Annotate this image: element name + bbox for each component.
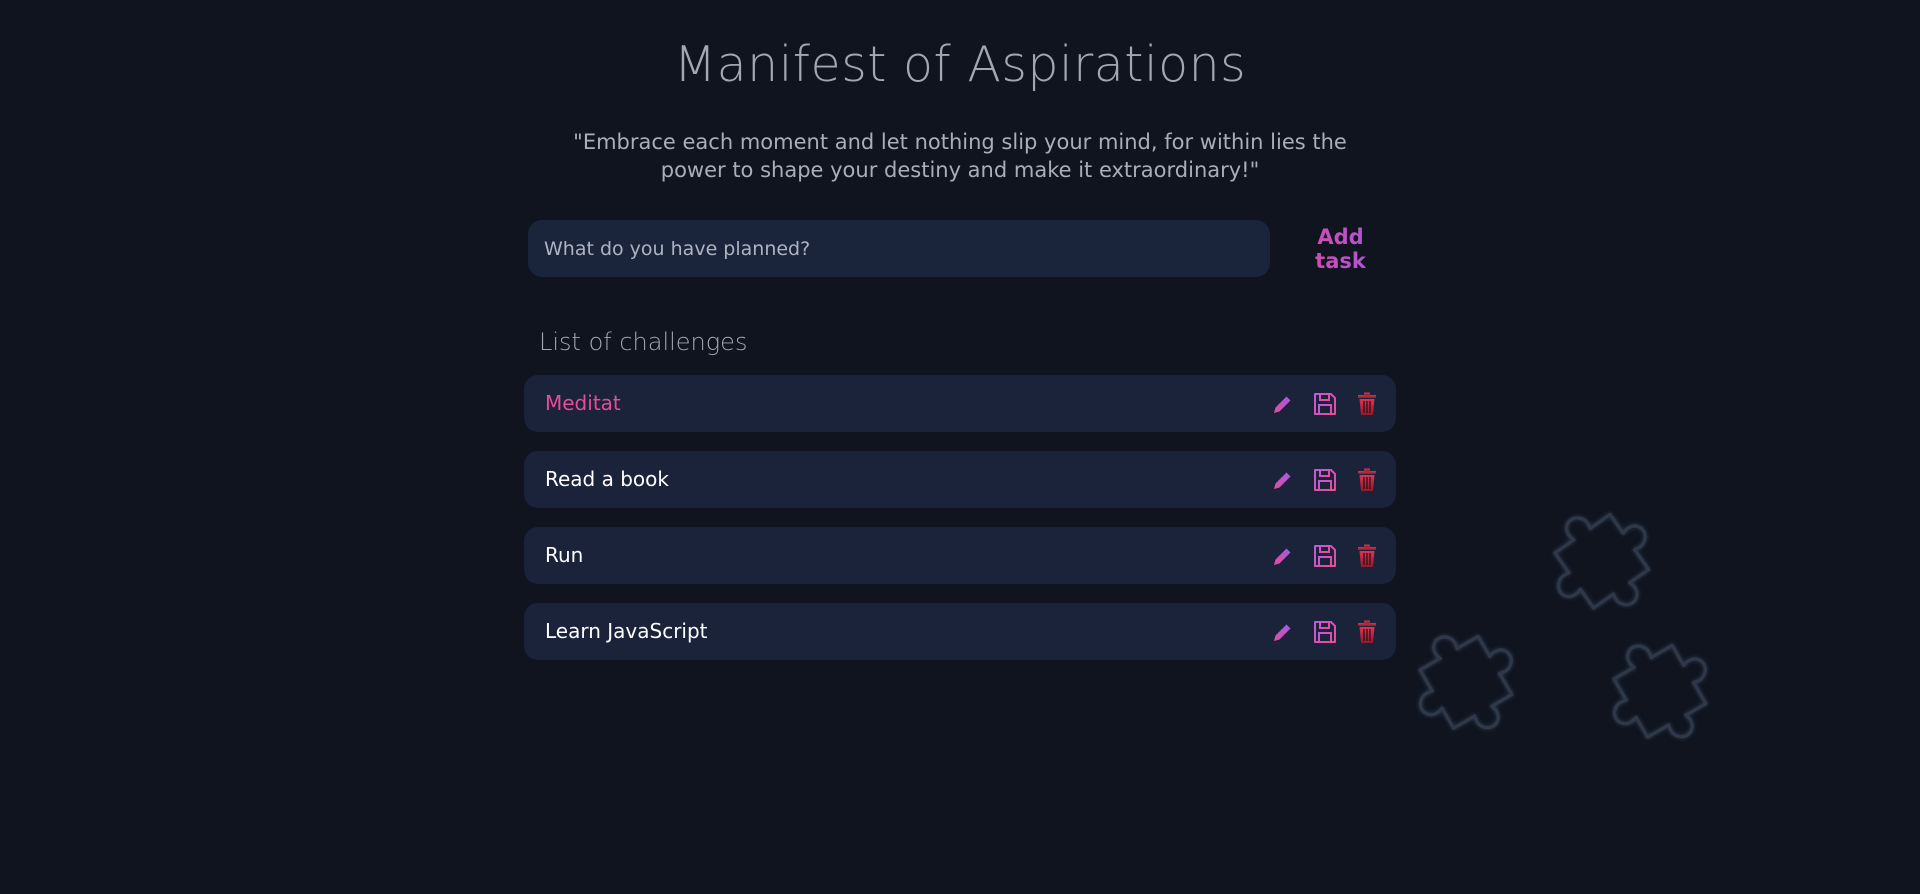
pencil-icon[interactable] [1268, 617, 1298, 647]
trash-icon[interactable] [1352, 541, 1382, 571]
task-actions [1256, 603, 1382, 660]
floppy-disk-icon[interactable] [1310, 617, 1340, 647]
task-list: Meditat Read a book Run Learn JavaScript [524, 375, 1396, 679]
list-heading: List of challenges [539, 328, 748, 356]
task-actions [1256, 375, 1382, 432]
puzzle-pieces-icon [1400, 495, 1733, 764]
task-item: Read a book [524, 451, 1396, 508]
task-item: Meditat [524, 375, 1396, 432]
task-text[interactable]: Meditat [545, 375, 621, 432]
task-input[interactable] [528, 220, 1270, 277]
trash-icon[interactable] [1352, 389, 1382, 419]
pencil-icon[interactable] [1268, 389, 1298, 419]
task-actions [1256, 451, 1382, 508]
pencil-icon[interactable] [1268, 465, 1298, 495]
task-text[interactable]: Learn JavaScript [545, 603, 708, 660]
task-text[interactable]: Run [545, 527, 583, 584]
page-title: Manifest of Aspirations [673, 36, 1247, 93]
app-root: Manifest of Aspirations "Embrace each mo… [0, 0, 1920, 894]
task-text[interactable]: Read a book [545, 451, 669, 508]
floppy-disk-icon[interactable] [1310, 541, 1340, 571]
trash-icon[interactable] [1352, 617, 1382, 647]
task-actions [1256, 527, 1382, 584]
task-item: Learn JavaScript [524, 603, 1396, 660]
motivational-quote: "Embrace each moment and let nothing sli… [573, 130, 1347, 182]
floppy-disk-icon[interactable] [1310, 465, 1340, 495]
task-item: Run [524, 527, 1396, 584]
pencil-icon[interactable] [1268, 541, 1298, 571]
trash-icon[interactable] [1352, 465, 1382, 495]
add-task-form: Add task [528, 220, 1398, 277]
add-task-button[interactable]: Add task [1283, 220, 1398, 277]
floppy-disk-icon[interactable] [1310, 389, 1340, 419]
